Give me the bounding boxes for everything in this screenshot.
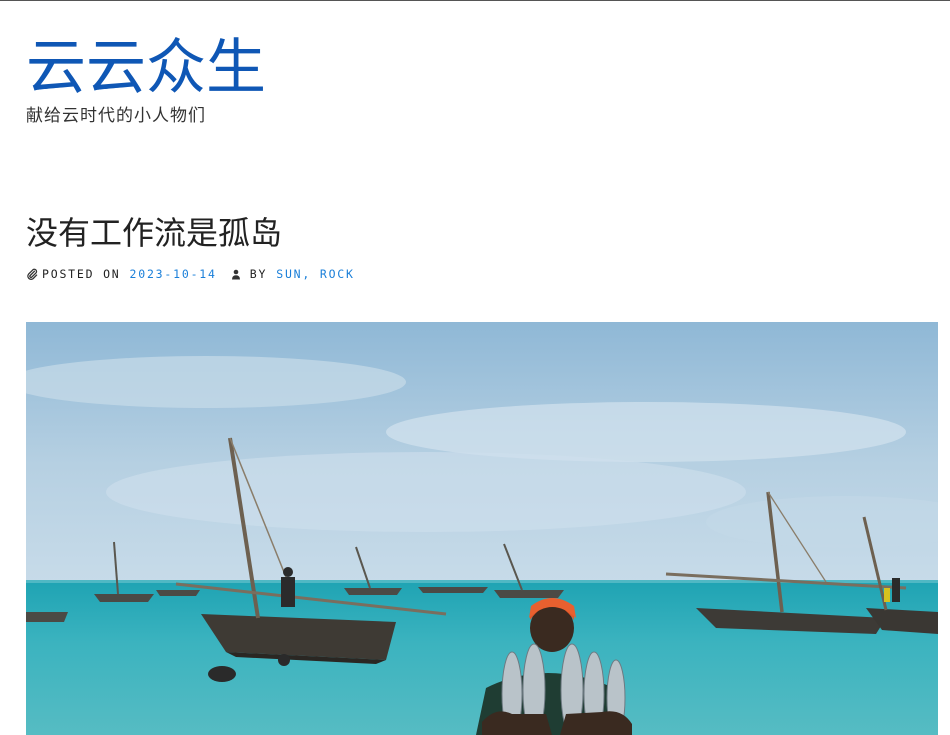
paperclip-icon	[26, 268, 38, 280]
top-border	[0, 0, 950, 1]
post-title[interactable]: 没有工作流是孤岛	[26, 210, 282, 256]
site-title[interactable]: 云云众生	[26, 28, 266, 108]
featured-image[interactable]	[26, 322, 938, 735]
author-link-sun[interactable]: SUN	[276, 267, 302, 281]
author-separator: ,	[302, 267, 320, 281]
post-meta: POSTED ON 2023-10-14 BY SUN , ROCK	[26, 265, 355, 283]
user-icon	[231, 269, 241, 280]
posted-on-label: POSTED ON	[42, 267, 121, 281]
hero-photo	[26, 322, 938, 735]
site-tagline: 献给云时代的小人物们	[26, 106, 206, 126]
by-label: BY	[249, 267, 268, 281]
post-date-link[interactable]: 2023-10-14	[130, 267, 217, 281]
author-link-rock[interactable]: ROCK	[320, 267, 355, 281]
